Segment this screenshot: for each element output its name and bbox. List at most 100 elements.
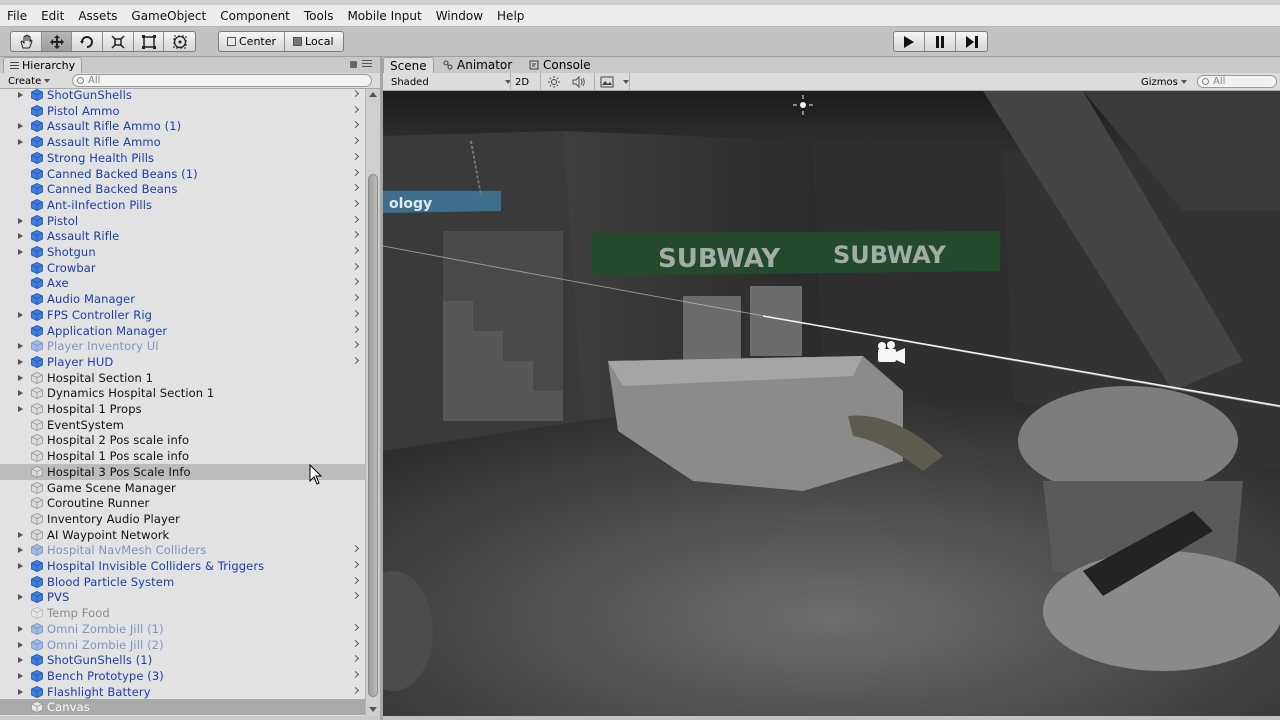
hierarchy-scrollbar[interactable] (365, 89, 380, 716)
hierarchy-row[interactable]: Player HUD (0, 354, 365, 370)
chevron-right-icon[interactable] (351, 231, 360, 239)
2d-toggle[interactable]: 2D (515, 75, 529, 89)
chevron-right-icon[interactable] (351, 670, 360, 678)
chevron-right-icon[interactable] (351, 623, 360, 631)
hierarchy-row[interactable]: Assault Rifle (0, 228, 365, 244)
chevron-right-icon[interactable] (351, 545, 360, 553)
expand-arrow-icon[interactable] (18, 547, 23, 554)
chevron-right-icon[interactable] (351, 560, 360, 569)
hierarchy-row[interactable]: Flashlight Battery (0, 684, 365, 700)
chevron-right-icon[interactable] (351, 215, 360, 223)
hierarchy-row[interactable]: Canned Backed Beans (1) (0, 166, 365, 182)
hierarchy-row[interactable]: PVS (0, 589, 365, 605)
hierarchy-row[interactable]: Axe (0, 275, 365, 291)
expand-arrow-icon[interactable] (18, 563, 23, 569)
menu-edit[interactable]: Edit (34, 9, 71, 23)
lock-icon[interactable] (350, 61, 357, 68)
hierarchy-row[interactable]: Pistol (0, 213, 365, 229)
expand-arrow-icon[interactable] (18, 531, 23, 538)
hierarchy-search-input[interactable]: All (72, 74, 372, 87)
expand-arrow-icon[interactable] (18, 139, 23, 146)
hierarchy-row[interactable]: Hospital 1 Props (0, 401, 365, 417)
hierarchy-tab[interactable]: Hierarchy (3, 57, 83, 73)
hierarchy-row[interactable]: Audio Manager (0, 291, 365, 307)
lighting-toggle[interactable] (548, 75, 560, 89)
move-tool-icon[interactable] (41, 32, 73, 51)
hand-tool-icon[interactable] (11, 32, 42, 51)
tab-scene[interactable]: Scene (383, 57, 434, 73)
menu-help[interactable]: Help (490, 9, 531, 23)
expand-arrow-icon[interactable] (18, 123, 23, 130)
chevron-right-icon[interactable] (351, 246, 360, 255)
chevron-right-icon[interactable] (351, 278, 360, 286)
step-button[interactable] (956, 32, 987, 51)
chevron-right-icon[interactable] (351, 184, 360, 192)
expand-arrow-icon[interactable] (18, 92, 23, 98)
effects-dropdown[interactable] (600, 75, 629, 89)
chevron-right-icon[interactable] (351, 686, 360, 694)
rotate-tool-icon[interactable] (72, 32, 104, 51)
chevron-right-icon[interactable] (351, 576, 360, 584)
chevron-right-icon[interactable] (351, 168, 360, 176)
menu-window[interactable]: Window (429, 9, 490, 23)
hierarchy-row[interactable]: Coroutine Runner (0, 495, 365, 511)
hierarchy-row[interactable]: Hospital NavMesh Colliders (0, 542, 365, 558)
expand-arrow-icon[interactable] (18, 594, 23, 601)
expand-arrow-icon[interactable] (18, 406, 23, 412)
hierarchy-row[interactable]: Hospital 1 Pos scale info (0, 448, 365, 464)
scene-viewport[interactable]: ology SUBWAY SUBWAY (383, 91, 1280, 716)
menu-assets[interactable]: Assets (71, 9, 124, 23)
expand-arrow-icon[interactable] (18, 672, 23, 679)
hierarchy-row[interactable]: Bench Prototype (3) (0, 668, 365, 684)
audio-toggle[interactable] (572, 75, 586, 89)
expand-arrow-icon[interactable] (18, 390, 23, 397)
hierarchy-row[interactable]: Canned Backed Beans (0, 181, 365, 197)
hierarchy-row[interactable]: Application Manager (0, 323, 365, 339)
chevron-right-icon[interactable] (351, 341, 360, 349)
hierarchy-row[interactable]: EventSystem (0, 417, 365, 433)
hierarchy-row[interactable]: Canvas (0, 699, 365, 716)
chevron-right-icon[interactable] (351, 655, 360, 663)
hierarchy-row[interactable]: Crowbar (0, 260, 365, 276)
menu-gameobject[interactable]: GameObject (124, 9, 213, 23)
play-button[interactable] (894, 32, 925, 51)
hierarchy-row[interactable]: FPS Controller Rig (0, 307, 365, 323)
hierarchy-row[interactable]: Temp Food (0, 605, 365, 621)
hierarchy-row[interactable]: Hospital 2 Pos scale info (0, 432, 365, 448)
expand-arrow-icon[interactable] (18, 641, 23, 648)
chevron-right-icon[interactable] (351, 89, 360, 98)
panel-menu-icon[interactable] (362, 60, 372, 70)
menu-mobile-input[interactable]: Mobile Input (340, 9, 428, 23)
chevron-right-icon[interactable] (351, 137, 360, 145)
chevron-right-icon[interactable] (351, 262, 360, 270)
scale-tool-icon[interactable] (103, 32, 134, 51)
chevron-right-icon[interactable] (351, 121, 360, 129)
shading-mode-dropdown[interactable]: Shaded (391, 75, 511, 89)
tab-console[interactable]: Console (529, 57, 591, 73)
hierarchy-row[interactable]: Dynamics Hospital Section 1 (0, 385, 365, 401)
hierarchy-row[interactable]: AI Waypoint Network (0, 527, 365, 543)
menu-file[interactable]: File (0, 9, 34, 23)
hierarchy-row[interactable]: Strong Health Pills (0, 150, 365, 166)
hierarchy-row[interactable]: Assault Rifle Ammo (1) (0, 118, 365, 134)
chevron-right-icon[interactable] (351, 356, 360, 364)
hierarchy-row[interactable]: Hospital Section 1 (0, 370, 365, 386)
expand-arrow-icon[interactable] (18, 358, 23, 365)
expand-arrow-icon[interactable] (18, 343, 23, 350)
hierarchy-row[interactable]: Hospital Invisible Colliders & Triggers (0, 558, 365, 574)
hierarchy-row[interactable]: Shotgun (0, 244, 365, 260)
expand-arrow-icon[interactable] (18, 217, 23, 224)
create-dropdown[interactable]: Create (4, 74, 54, 88)
chevron-right-icon[interactable] (351, 294, 360, 302)
pivot-center-toggle[interactable]: Center (219, 32, 286, 51)
rect-tool-icon[interactable] (134, 32, 165, 51)
expand-arrow-icon[interactable] (18, 688, 23, 695)
expand-arrow-icon[interactable] (18, 657, 23, 664)
chevron-right-icon[interactable] (351, 105, 360, 113)
chevron-right-icon[interactable] (351, 592, 360, 600)
chevron-right-icon[interactable] (351, 152, 360, 160)
chevron-right-icon[interactable] (351, 309, 360, 317)
scroll-down-icon[interactable] (369, 707, 377, 712)
chevron-right-icon[interactable] (351, 639, 360, 647)
chevron-right-icon[interactable] (351, 325, 360, 333)
